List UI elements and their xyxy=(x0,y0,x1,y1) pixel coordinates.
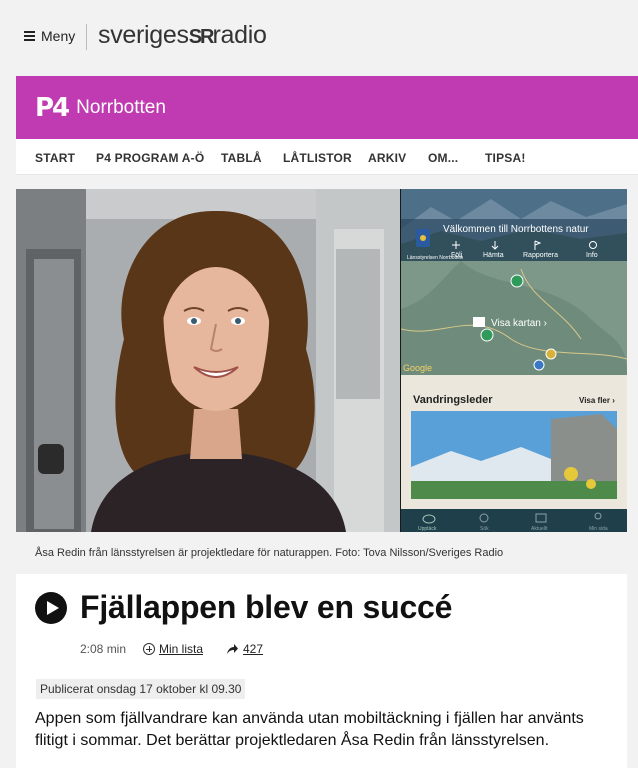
divider xyxy=(86,24,87,50)
channel-nav: START P4 PROGRAM A-Ö TABLÅ LÅTLISTOR ARK… xyxy=(16,139,638,175)
hamburger-icon xyxy=(24,31,35,41)
svg-text:Upptäck: Upptäck xyxy=(418,526,437,532)
nav-item-start[interactable]: START xyxy=(35,151,75,165)
article: Fjällappen blev en succé 2:08 min Min li… xyxy=(16,574,627,768)
portrait-photo xyxy=(16,189,400,532)
audio-duration: 2:08 min xyxy=(80,642,127,656)
hero-image: Välkommen till Norrbottens natur Länssty… xyxy=(16,189,627,532)
sveriges-radio-logo[interactable]: sverigesSRradio xyxy=(98,21,267,50)
article-title: Fjällappen blev en succé xyxy=(80,589,453,625)
p4-logo: P4 xyxy=(35,92,70,123)
svg-text:Hämta: Hämta xyxy=(483,252,504,259)
svg-text:Min sida: Min sida xyxy=(589,526,608,532)
share-count[interactable]: 427 xyxy=(243,642,263,656)
top-bar: Meny sverigesSRradio xyxy=(0,0,638,76)
menu-button[interactable]: Meny xyxy=(24,28,75,44)
app-welcome-text: Välkommen till Norrbottens natur xyxy=(443,224,589,235)
agency-crest-icon xyxy=(416,229,430,247)
nav-item-tabla[interactable]: TABLÅ xyxy=(221,151,262,165)
svg-text:Aktuellt: Aktuellt xyxy=(531,526,548,532)
vandringsleder-title: Vandringsleder xyxy=(413,394,493,406)
nav-item-om[interactable]: OM... xyxy=(428,151,458,165)
visa-kartan-link: Visa kartan › xyxy=(491,318,547,329)
image-caption: Åsa Redin från länsstyrelsen är projektl… xyxy=(35,547,504,559)
google-brand: Google xyxy=(403,363,432,373)
nav-item-arkiv[interactable]: ARKIV xyxy=(368,151,406,165)
nav-item-latlistor[interactable]: LÅTLISTOR xyxy=(283,151,352,165)
menu-label: Meny xyxy=(41,28,76,44)
svg-text:Info: Info xyxy=(586,252,598,259)
nav-item-program[interactable]: P4 PROGRAM A-Ö xyxy=(96,151,204,165)
channel-banner[interactable]: P4 Norrbotten xyxy=(16,76,638,139)
svg-text:Följ: Följ xyxy=(451,252,463,259)
share-icon[interactable] xyxy=(225,642,239,661)
app-screenshot: Välkommen till Norrbottens natur Länssty… xyxy=(401,189,627,532)
article-lead: Appen som fjällvandrare kan använda utan… xyxy=(35,710,584,749)
channel-name: Norrbotten xyxy=(76,96,166,118)
map-icon xyxy=(473,317,485,327)
my-list-button[interactable]: Min lista xyxy=(159,642,203,656)
published-date: Publicerat onsdag 17 oktober kl 09.30 xyxy=(36,679,246,699)
svg-text:Rapportera: Rapportera xyxy=(523,252,558,259)
add-circle-icon[interactable] xyxy=(143,643,155,655)
visa-fler-link: Visa fler › xyxy=(579,396,615,405)
play-button[interactable] xyxy=(35,592,67,624)
nav-item-tipsa[interactable]: TIPSA! xyxy=(485,151,526,165)
svg-text:Sök: Sök xyxy=(480,526,489,532)
